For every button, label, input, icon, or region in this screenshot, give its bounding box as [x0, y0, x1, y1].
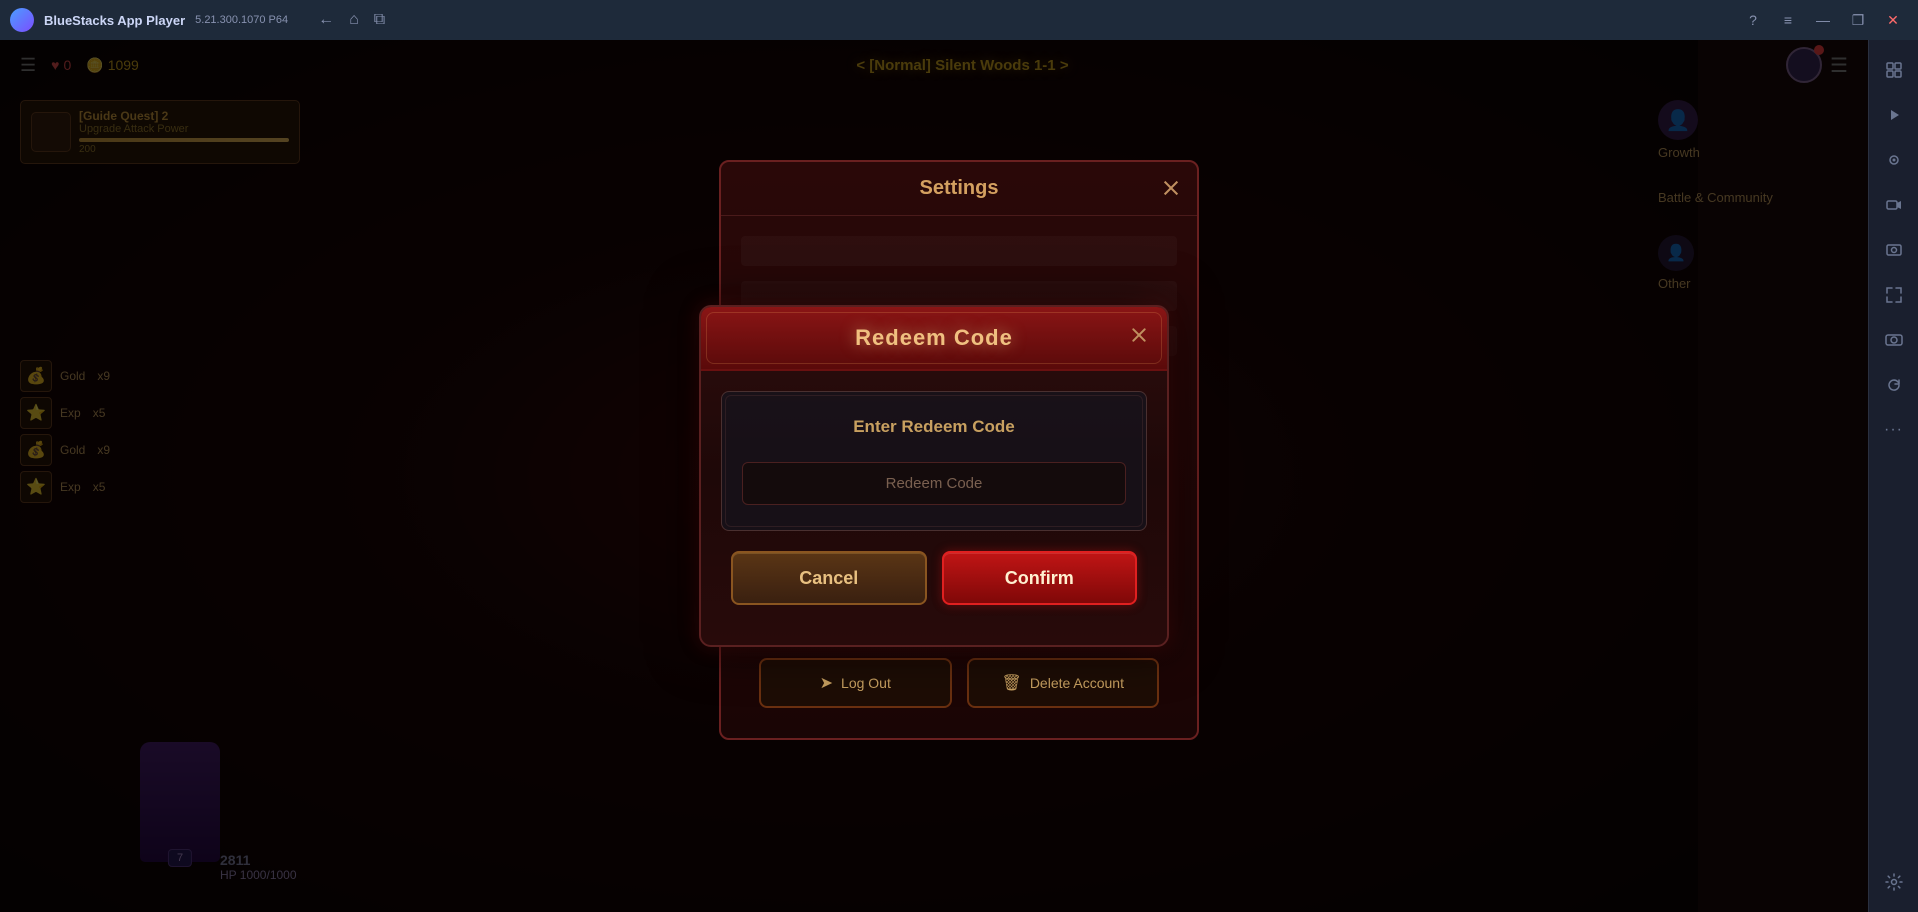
titlebar-left: BlueStacks App Player 5.21.300.1070 P64 … — [10, 8, 385, 32]
sidebar-camera2-button[interactable] — [1874, 320, 1914, 360]
sidebar-settings-button[interactable] — [1874, 862, 1914, 902]
minimize-button[interactable]: — — [1808, 5, 1838, 35]
restore-button[interactable]: ❐ — [1843, 5, 1873, 35]
redeem-dialog-overlay: Redeem Code Enter Redeem Code Cancel Con… — [0, 40, 1868, 912]
titlebar: BlueStacks App Player 5.21.300.1070 P64 … — [0, 0, 1918, 40]
redeem-title: Redeem Code — [855, 325, 1013, 350]
redeem-input-area: Enter Redeem Code — [721, 391, 1147, 531]
sidebar-camera-button[interactable] — [1874, 140, 1914, 180]
redeem-buttons: Cancel Confirm — [721, 551, 1147, 605]
app-name: BlueStacks App Player — [44, 13, 185, 28]
sidebar-expand-button[interactable] — [1874, 50, 1914, 90]
sidebar-video-button[interactable] — [1874, 95, 1914, 135]
redeem-code-input[interactable] — [742, 462, 1126, 505]
close-button[interactable]: ✕ — [1878, 5, 1908, 35]
redeem-body: Enter Redeem Code Cancel Confirm — [701, 371, 1167, 625]
redeem-dialog: Redeem Code Enter Redeem Code Cancel Con… — [699, 305, 1169, 647]
redeem-cancel-button[interactable]: Cancel — [731, 551, 927, 605]
redeem-placeholder-text: Enter Redeem Code — [742, 417, 1126, 437]
back-button[interactable]: ← — [318, 11, 334, 29]
menu-button[interactable]: ≡ — [1773, 5, 1803, 35]
sidebar-resize-button[interactable] — [1874, 275, 1914, 315]
redeem-dialog-header: Redeem Code — [701, 307, 1167, 371]
sidebar-bottom — [1874, 862, 1914, 902]
right-sidebar: ··· — [1868, 40, 1918, 912]
redeem-confirm-button[interactable]: Confirm — [942, 551, 1138, 605]
redeem-close-button[interactable] — [1123, 319, 1155, 351]
titlebar-right: ? ≡ — ❐ ✕ — [1738, 5, 1908, 35]
help-button[interactable]: ? — [1738, 5, 1768, 35]
bluestacks-logo — [10, 8, 34, 32]
copy-button[interactable]: ⧉ — [374, 11, 385, 29]
sidebar-refresh-button[interactable] — [1874, 365, 1914, 405]
sidebar-record-button[interactable] — [1874, 185, 1914, 225]
sidebar-screenshot-button[interactable] — [1874, 230, 1914, 270]
titlebar-nav: ← ⌂ ⧉ — [318, 11, 385, 29]
home-button[interactable]: ⌂ — [349, 11, 359, 29]
sidebar-more-button[interactable]: ··· — [1874, 410, 1914, 450]
app-version: 5.21.300.1070 P64 — [195, 14, 288, 26]
